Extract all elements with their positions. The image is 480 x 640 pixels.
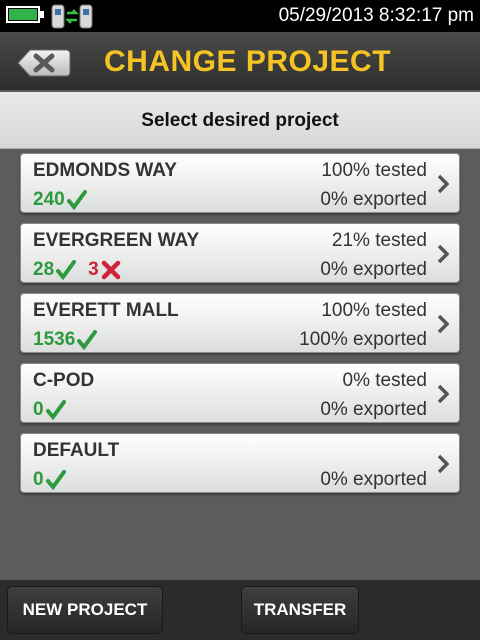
exported-percent: 0% exported	[320, 259, 427, 280]
transfer-button[interactable]: TRANSFER	[241, 586, 359, 634]
pass-count: 1536	[33, 329, 76, 350]
project-row-default[interactable]: DEFAULT 0 0% exported	[20, 433, 460, 493]
chevron-right-icon	[437, 454, 449, 474]
check-icon	[56, 260, 77, 280]
bottom-bar: NEW PROJECT TRANSFER	[0, 580, 480, 640]
devices-link-icon	[51, 4, 93, 29]
pass-count: 240	[33, 189, 65, 210]
project-name: EDMONDS WAY	[33, 160, 177, 181]
fail-count: 3	[88, 259, 99, 280]
exported-percent: 0% exported	[320, 189, 427, 210]
chevron-right-icon	[437, 314, 449, 334]
project-row-c-pod[interactable]: C-POD 0% tested 0 0% exported	[20, 363, 460, 423]
project-row-evergreen-way[interactable]: EVERGREEN WAY 21% tested 28 3 0% exporte…	[20, 223, 460, 283]
project-row-everett-mall[interactable]: EVERETT MALL 100% tested 1536 100% expor…	[20, 293, 460, 353]
chevron-right-icon	[437, 174, 449, 194]
subheader: Select desired project	[0, 92, 480, 149]
page-title: CHANGE PROJECT	[104, 45, 392, 78]
project-row-edmonds-way[interactable]: EDMONDS WAY 100% tested 240 0% exported	[20, 153, 460, 213]
battery-icon	[6, 6, 40, 23]
back-x-icon[interactable]	[16, 48, 72, 78]
exported-percent: 0% exported	[320, 399, 427, 420]
battery-tip	[40, 11, 44, 18]
title-bar: CHANGE PROJECT	[0, 32, 480, 90]
result-counts: 0	[33, 399, 66, 421]
chevron-right-icon	[437, 384, 449, 404]
result-counts: 240	[33, 189, 87, 211]
project-name: EVERETT MALL	[33, 300, 179, 321]
project-name: EVERGREEN WAY	[33, 230, 200, 251]
fail-x-icon	[101, 260, 120, 280]
project-list: EDMONDS WAY 100% tested 240 0% exported …	[20, 153, 460, 503]
result-counts: 28 3	[33, 259, 121, 281]
exported-percent: 100% exported	[299, 329, 427, 350]
project-name: C-POD	[33, 370, 95, 391]
pass-count: 0	[33, 469, 44, 490]
exported-percent: 0% exported	[320, 469, 427, 490]
clock: 05/29/2013 8:32:17 pm	[278, 5, 474, 26]
check-icon	[66, 190, 87, 210]
tested-percent: 21% tested	[331, 230, 427, 251]
new-project-button[interactable]: NEW PROJECT	[7, 586, 163, 634]
check-icon	[45, 400, 66, 420]
result-counts: 1536	[33, 329, 98, 351]
pass-count: 0	[33, 399, 44, 420]
tested-percent: 100% tested	[321, 300, 427, 321]
status-bar: 05/29/2013 8:32:17 pm	[0, 0, 480, 32]
check-icon	[45, 470, 66, 490]
chevron-right-icon	[437, 244, 449, 264]
tested-percent: 0% tested	[342, 370, 428, 391]
tested-percent: 100% tested	[321, 160, 427, 181]
check-icon	[77, 330, 98, 350]
subheader-text: Select desired project	[141, 110, 339, 131]
pass-count: 28	[33, 259, 55, 280]
result-counts: 0	[33, 469, 66, 491]
project-name: DEFAULT	[33, 440, 120, 461]
